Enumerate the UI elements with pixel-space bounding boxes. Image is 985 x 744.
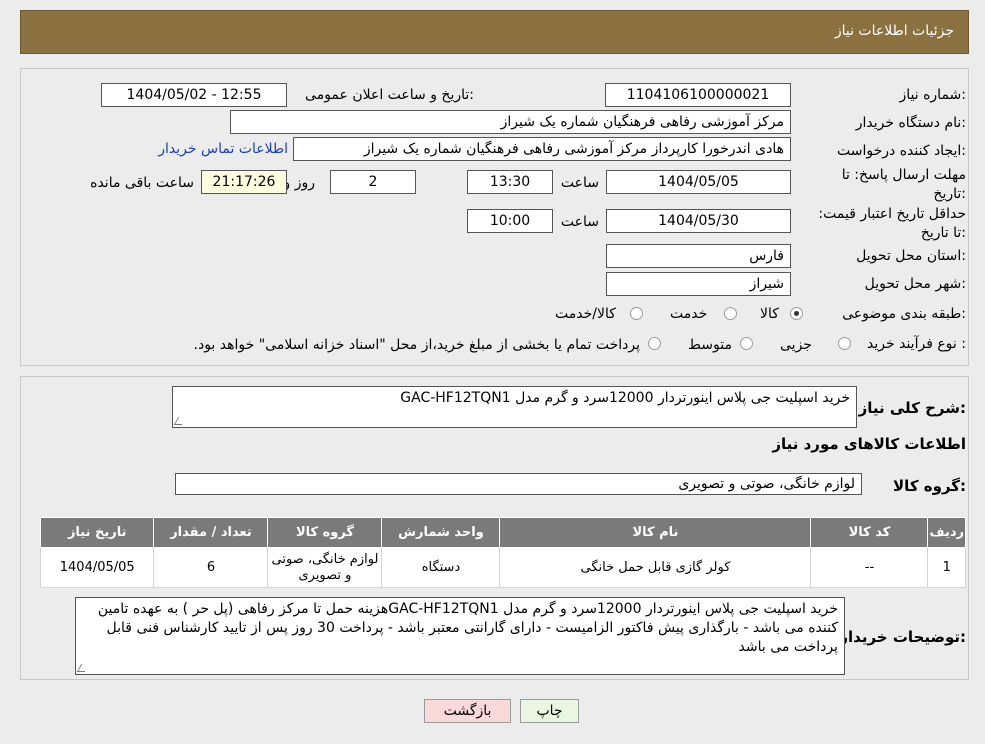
category-label: طبقه بندی موضوعی: xyxy=(842,306,966,322)
province-field: فارس xyxy=(606,244,791,268)
requester-field: هادی اندرخورا کارپرداز مرکز آموزشی رفاهی… xyxy=(293,137,791,161)
summary-text: خرید اسپلیت جی پلاس اینورتردار 12000سرد … xyxy=(400,390,850,406)
buyer-notes-textarea[interactable]: خرید اسپلیت جی پلاس اینورتردار 12000سرد … xyxy=(75,597,845,675)
category-option-both: کالا/خدمت xyxy=(555,306,616,322)
buyer-org-field: مرکز آموزشی رفاهی فرهنگیان شماره یک شیرا… xyxy=(230,110,791,134)
treasury-payment-checkbox[interactable] xyxy=(648,337,661,350)
reply-date-field: 1404/05/05 xyxy=(606,170,791,194)
buyer-notes-label: توضیحات خریدار: xyxy=(839,628,966,646)
goods-group-label: گروه کالا: xyxy=(893,477,966,495)
goods-info-title: اطلاعات کالاهای مورد نیاز xyxy=(772,435,966,453)
city-field: شیراز xyxy=(606,272,791,296)
city-label: شهر محل تحویل: xyxy=(864,276,966,292)
price-validity-label: حداقل تاریخ اعتبار قیمت: تا تاریخ: xyxy=(818,206,966,241)
remaining-time-field: 21:17:26 xyxy=(201,170,287,194)
reply-time-field: 13:30 xyxy=(467,170,553,194)
items-table-wrapper: ردیف کد کالا نام کالا واحد شمارش گروه کا… xyxy=(39,517,966,588)
price-date-field: 1404/05/30 xyxy=(606,209,791,233)
col-header-code: کد کالا xyxy=(810,517,929,548)
requester-label: ایجاد کننده درخواست: xyxy=(837,143,966,159)
category-radio-both[interactable] xyxy=(630,307,643,320)
col-header-row-number: ردیف xyxy=(927,517,966,548)
table-header-row: ردیف کد کالا نام کالا واحد شمارش گروه کا… xyxy=(39,517,966,548)
reply-time-label: ساعت xyxy=(560,175,599,191)
col-header-group: گروه کالا xyxy=(267,517,383,548)
reply-deadline-label: مهلت ارسال پاسخ: تا تاریخ: xyxy=(841,167,966,202)
back-button[interactable]: بازگشت xyxy=(424,699,511,723)
need-number-field: 1104106100000021 xyxy=(605,83,791,107)
print-button[interactable]: چاپ xyxy=(520,699,579,723)
table-row: 1 -- کولر گازی قابل حمل خانگی دستگاه لوا… xyxy=(39,547,966,588)
category-option-goods: کالا xyxy=(760,306,779,322)
col-header-quantity: تعداد / مقدار xyxy=(153,517,269,548)
remaining-label: ساعت باقی مانده xyxy=(90,175,194,191)
buyer-contact-link[interactable]: اطلاعات تماس خریدار xyxy=(158,141,288,157)
goods-group-field: لوازم خانگی، صوتی و تصویری xyxy=(175,473,862,495)
announce-field: 1404/05/02 - 12:55 xyxy=(101,83,287,107)
summary-label: شرح کلی نیاز: xyxy=(858,399,966,417)
need-number-label: شماره نیاز: xyxy=(899,87,966,103)
resize-grip-icon[interactable] xyxy=(173,417,187,425)
purchase-radio-minor[interactable] xyxy=(838,337,851,350)
resize-grip-icon[interactable] xyxy=(76,664,90,672)
col-header-name: نام کالا xyxy=(499,517,812,548)
cell-group: لوازم خانگی، صوتی و تصویری xyxy=(267,547,383,588)
col-header-unit: واحد شمارش xyxy=(381,517,501,548)
category-option-service: خدمت xyxy=(670,306,708,322)
buyer-notes-text: خرید اسپلیت جی پلاس اینورتردار 12000سرد … xyxy=(97,601,838,655)
cell-need-date: 1404/05/05 xyxy=(39,547,155,588)
purchase-radio-medium[interactable] xyxy=(740,337,753,350)
purchase-type-label: نوع فرآیند خرید : xyxy=(867,336,966,352)
page-header: جزئیات اطلاعات نیاز xyxy=(20,10,969,54)
province-label: استان محل تحویل: xyxy=(856,248,966,264)
category-radio-goods[interactable] xyxy=(790,307,803,320)
items-table: ردیف کد کالا نام کالا واحد شمارش گروه کا… xyxy=(39,517,966,588)
cell-row-number: 1 xyxy=(927,547,966,588)
col-header-need-date: تاریخ نیاز xyxy=(39,517,155,548)
cell-code: -- xyxy=(810,547,929,588)
purchase-option-minor: جزیی xyxy=(780,337,812,353)
price-time-field: 10:00 xyxy=(467,209,553,233)
price-time-label: ساعت xyxy=(560,214,599,230)
page-title: جزئیات اطلاعات نیاز xyxy=(834,23,954,39)
days-field: 2 xyxy=(330,170,416,194)
cell-name: کولر گازی قابل حمل خانگی xyxy=(499,547,812,588)
category-radio-service[interactable] xyxy=(724,307,737,320)
cell-unit: دستگاه xyxy=(381,547,501,588)
cell-quantity: 6 xyxy=(153,547,269,588)
buyer-org-label: نام دستگاه خریدار: xyxy=(855,115,966,131)
purchase-note: پرداخت تمام یا بخشی از مبلغ خرید،از محل … xyxy=(193,337,640,353)
announce-label: تاریخ و ساعت اعلان عمومی: xyxy=(305,87,474,103)
summary-textarea[interactable]: خرید اسپلیت جی پلاس اینورتردار 12000سرد … xyxy=(172,386,857,428)
days-label: روز و xyxy=(283,175,316,191)
purchase-option-medium: متوسط xyxy=(688,337,732,353)
